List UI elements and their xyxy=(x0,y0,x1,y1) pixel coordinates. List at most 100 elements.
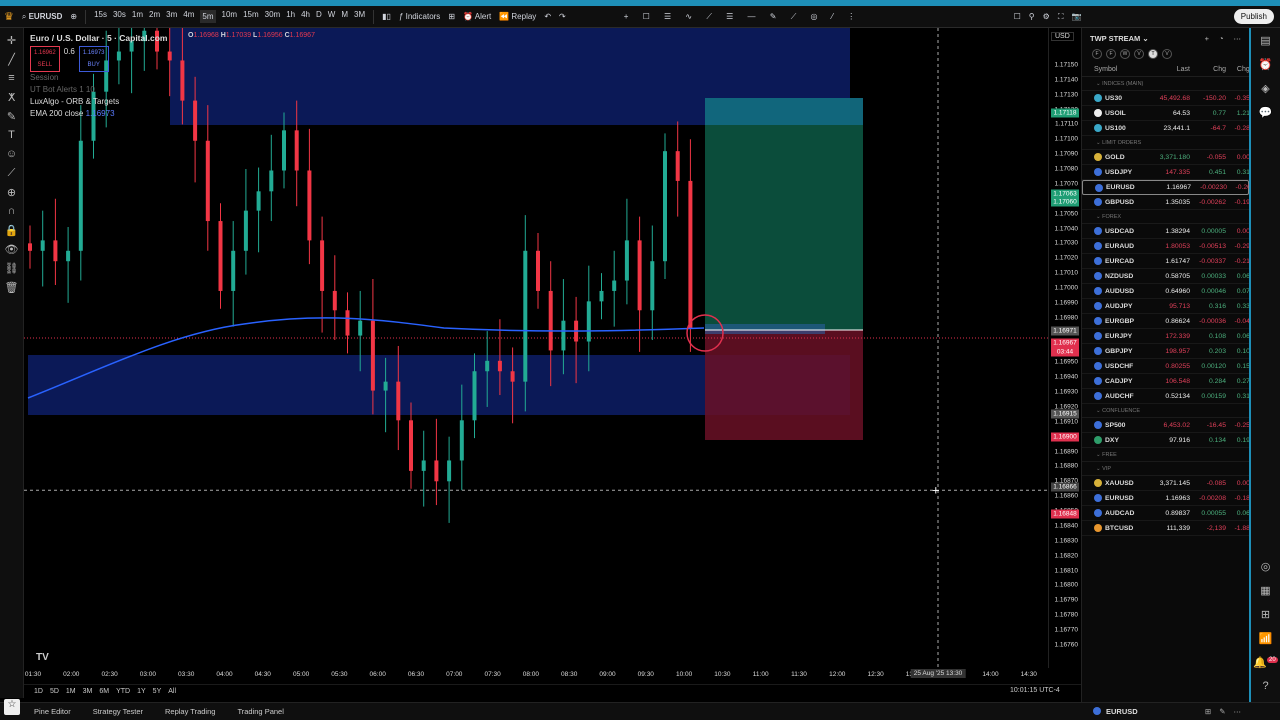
timeframe-10m[interactable]: 10m xyxy=(222,10,238,23)
flag-filter[interactable]: V xyxy=(1134,49,1144,59)
range-3m[interactable]: 3M xyxy=(83,688,93,695)
advanced-view-icon[interactable]: ◔ xyxy=(1219,34,1224,43)
watchlist-row[interactable]: EURGBP 0.86624 -0.00036 -0.04% xyxy=(1082,314,1256,329)
indicator-ut-bot[interactable]: UT Bot Alerts 1 10 xyxy=(30,84,167,96)
grid-icon[interactable]: ⊞ xyxy=(1261,608,1270,621)
publish-button[interactable]: Publish xyxy=(1233,9,1274,24)
range-1y[interactable]: 1Y xyxy=(137,688,146,695)
layouts-icon[interactable]: ⊞ xyxy=(448,12,455,21)
watchlist-section-header[interactable]: ⌄ CONFLUENCE xyxy=(1082,404,1249,418)
tab-pine-editor[interactable]: Pine Editor xyxy=(34,707,71,716)
watchlist-row[interactable]: EURCAD 1.61747 -0.00337 -0.21% xyxy=(1082,254,1256,269)
range-5y[interactable]: 5Y xyxy=(153,688,162,695)
flag-filter[interactable]: W xyxy=(1120,49,1130,59)
timeframe-4m[interactable]: 4m xyxy=(183,10,194,23)
target-icon[interactable]: ◎ xyxy=(1261,560,1271,573)
more-icon[interactable]: ⋯ xyxy=(1234,34,1242,43)
layout-icon[interactable]: ☐ xyxy=(1014,12,1021,21)
link-icon[interactable]: ⛓ xyxy=(5,262,19,275)
range-5d[interactable]: 5D xyxy=(50,688,59,695)
watchlist-row[interactable]: EURAUD 1.80053 -0.00513 -0.29% xyxy=(1082,239,1256,254)
range-all[interactable]: All xyxy=(168,688,176,695)
tab-trading-panel[interactable]: Trading Panel xyxy=(237,707,283,716)
chat-icon[interactable]: 💬 xyxy=(1259,106,1273,119)
icons-icon[interactable]: ☺ xyxy=(6,148,17,161)
watchlist-row[interactable]: AUDCAD 0.89837 0.00055 0.06% xyxy=(1082,506,1256,521)
range-ytd[interactable]: YTD xyxy=(116,688,130,695)
trendline-icon[interactable]: ╱ xyxy=(8,53,15,66)
redo-icon[interactable]: ↷ xyxy=(559,12,566,21)
symbol-details-footer[interactable]: EURUSD ⊞ ✎ ⋯ xyxy=(1081,702,1249,720)
timeframe-2m[interactable]: 2m xyxy=(149,10,160,23)
watchlist-row[interactable]: USDJPY 147.335 0.451 0.31% xyxy=(1082,165,1256,180)
undo-icon[interactable]: ↶ xyxy=(544,12,551,21)
camera-icon[interactable]: 📷 xyxy=(1071,12,1081,21)
flag-filter[interactable]: T xyxy=(1148,49,1158,59)
zoom-icon[interactable]: ⊕ xyxy=(7,186,16,199)
watchlist-section-header[interactable]: ⌄ FOREX xyxy=(1082,210,1249,224)
add-symbol-icon[interactable]: + xyxy=(1205,34,1209,43)
watchlist-row[interactable]: AUDUSD 0.64960 0.00046 0.07% xyxy=(1082,284,1256,299)
timeframe-M[interactable]: M xyxy=(341,10,348,23)
pattern-icon[interactable]: ⵅ xyxy=(8,91,15,104)
tab-replay-trading[interactable]: Replay Trading xyxy=(165,707,215,716)
timeframe-30m[interactable]: 30m xyxy=(265,10,281,23)
range-1m[interactable]: 1M xyxy=(66,688,76,695)
quick-search-icon[interactable]: ⚲ xyxy=(1029,12,1035,21)
watchlist-row[interactable]: NZDUSD 0.58705 0.00033 0.06% xyxy=(1082,269,1256,284)
watchlist-row[interactable]: USDCHF 0.80255 0.00120 0.15% xyxy=(1082,359,1256,374)
calendar-icon[interactable]: ▦ xyxy=(1260,584,1270,597)
add-symbol-icon[interactable]: ⊕ xyxy=(70,12,77,21)
currency-select[interactable]: USD xyxy=(1051,32,1074,41)
range-1d[interactable]: 1D xyxy=(34,688,43,695)
indicator-session[interactable]: Session xyxy=(30,72,167,84)
watchlist-name[interactable]: TWP STREAM xyxy=(1090,34,1140,43)
magnet-icon[interactable]: ∩ xyxy=(8,205,16,218)
price-chart[interactable]: + TV xyxy=(24,28,1048,668)
timeframe-30s[interactable]: 30s xyxy=(113,10,126,23)
watchlist-row[interactable]: USOIL 64.53 0.77 1.21% xyxy=(1082,106,1256,121)
hide-icon[interactable]: 👁 xyxy=(5,243,19,256)
brush-icon[interactable]: ✎ xyxy=(7,110,16,123)
watchlist-row[interactable]: AUDJPY 95.713 0.316 0.33% xyxy=(1082,299,1256,314)
logo-icon[interactable]: ♛ xyxy=(4,10,14,23)
timeframe-15s[interactable]: 15s xyxy=(94,10,107,23)
help-icon[interactable]: ? xyxy=(1262,680,1268,692)
watchlist-row[interactable]: EURUSD 1.16963 -0.00208 -0.18% xyxy=(1082,491,1256,506)
watchlist-row[interactable]: US30 45,492.68 -150.20 -0.35% xyxy=(1082,91,1256,106)
column-symbol[interactable]: Symbol xyxy=(1094,66,1152,73)
watchlist-row[interactable]: GBPJPY 198.957 0.203 0.10% xyxy=(1082,344,1256,359)
watchlist-section-header[interactable]: ⌄ FREE xyxy=(1082,448,1249,462)
watchlist-row[interactable]: US100 23,441.1 -64.7 -0.28% xyxy=(1082,121,1256,136)
flag-filter[interactable]: V xyxy=(1162,49,1172,59)
notifications-icon[interactable]: 🔔 20 xyxy=(1253,656,1278,669)
watchlist-row[interactable]: USDCAD 1.38294 0.00005 0.00% xyxy=(1082,224,1256,239)
alert-button[interactable]: ⏰ Alert xyxy=(463,12,491,21)
trash-icon[interactable]: 🗑 xyxy=(5,281,19,294)
sell-button[interactable]: 1.16962 SELL xyxy=(30,46,60,72)
candle-type-icon[interactable]: ▮▯ xyxy=(382,12,391,21)
watchlist-row[interactable]: AUDCHF 0.52134 0.00159 0.31% xyxy=(1082,389,1256,404)
timeframe-5m[interactable]: 5m xyxy=(200,10,216,23)
watchlist-row[interactable]: SP500 6,453.02 -16.45 -0.25% xyxy=(1082,418,1256,433)
flag-filter[interactable]: F xyxy=(1092,49,1102,59)
timeframe-3m[interactable]: 3m xyxy=(166,10,177,23)
alerts-icon[interactable]: ⏰ xyxy=(1259,58,1273,71)
buy-button[interactable]: 1.16973 BUY xyxy=(78,46,109,72)
more-icon[interactable]: ⋯ xyxy=(1234,707,1242,716)
watchlist-row[interactable]: BTCUSD 111,339 -2,139 -1.88% xyxy=(1082,521,1256,536)
price-axis[interactable]: USD 1.171501.171401.171301.171201.171101… xyxy=(1048,28,1081,668)
timeframe-1m[interactable]: 1m xyxy=(132,10,143,23)
timeframe-1h[interactable]: 1h xyxy=(286,10,295,23)
drawing-tools-icons[interactable]: + ☐ ☰ ∿ ⟋ ☰ — ✎ ⟋ ◎ ⁄ ⋮ xyxy=(624,12,862,22)
flag-filter[interactable]: F xyxy=(1106,49,1116,59)
watchlist-row[interactable]: EURUSD 1.16967 -0.00230 -0.20% xyxy=(1082,180,1257,195)
watchlist-section-header[interactable]: ⌄ LIMIT ORDERS xyxy=(1082,136,1249,150)
measure-icon[interactable]: ⟋ xyxy=(8,167,16,180)
grid-view-icon[interactable]: ⊞ xyxy=(1205,707,1211,716)
watchlist-section-header[interactable]: ⌄ VIP xyxy=(1082,462,1249,476)
timeframe-3M[interactable]: 3M xyxy=(354,10,365,23)
edit-icon[interactable]: ✎ xyxy=(1219,707,1225,716)
fib-icon[interactable]: ≡ xyxy=(8,72,14,85)
clock[interactable]: 10:01:15 UTC-4 xyxy=(1010,687,1060,694)
